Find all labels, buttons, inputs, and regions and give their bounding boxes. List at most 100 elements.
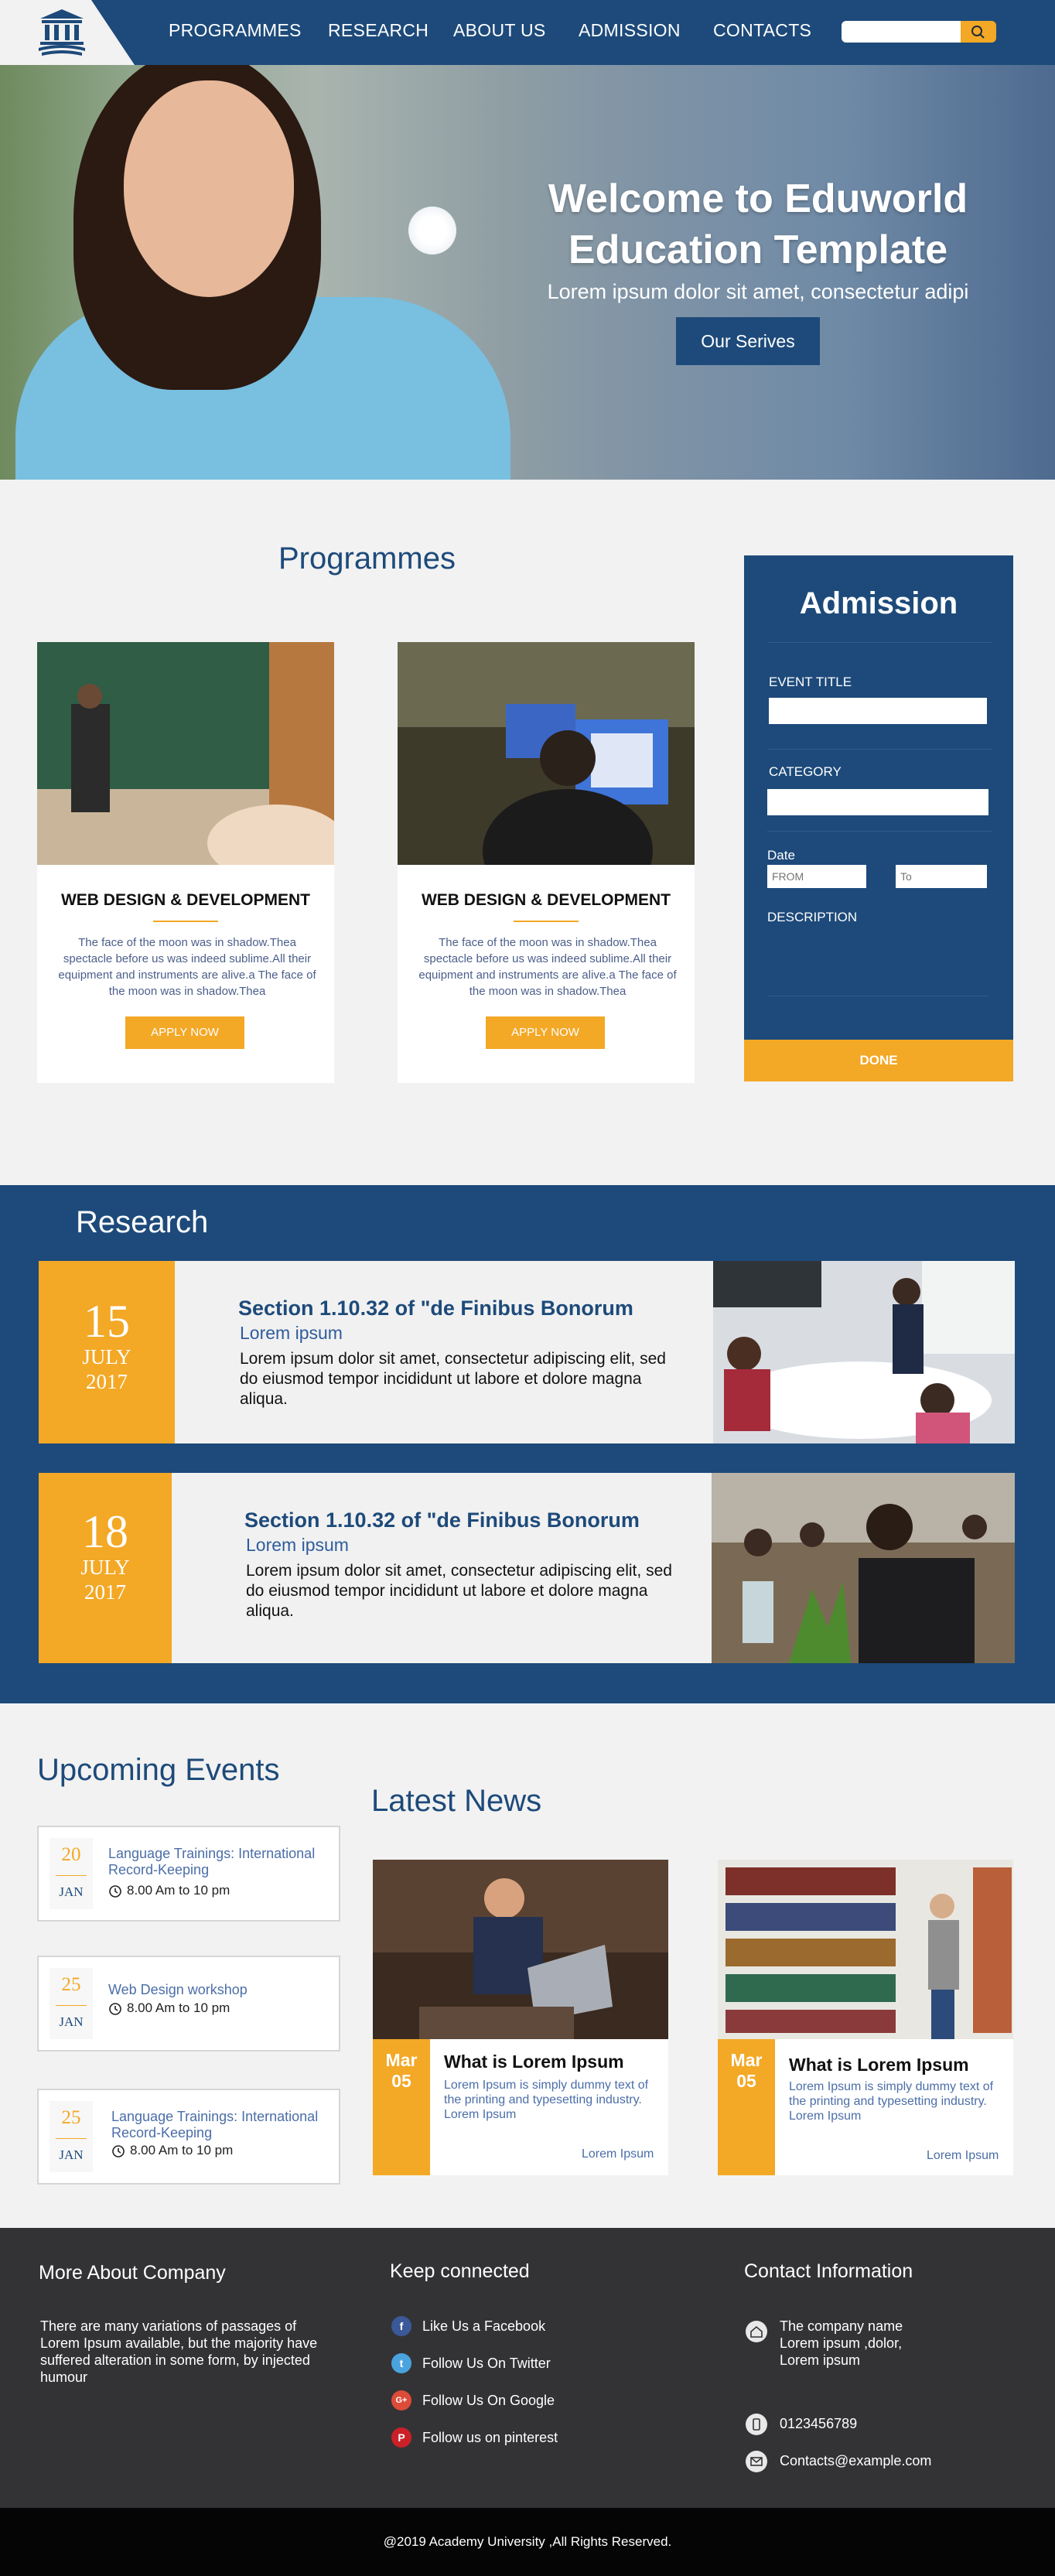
research-day: 15 — [84, 1296, 130, 1347]
event-item[interactable]: 25 JAN Web Design workshop 8.00 Am to 10… — [37, 1956, 340, 2052]
twitter-link[interactable]: Follow Us On Twitter — [422, 2355, 551, 2372]
programme-description: The face of the moon was in shadow.Thea … — [418, 936, 677, 998]
research-month: JULY — [82, 1345, 131, 1368]
research-day: 18 — [82, 1506, 128, 1557]
facebook-icon[interactable]: f — [391, 2316, 411, 2336]
event-month: JAN — [59, 1884, 84, 1899]
nav-research[interactable]: RESEARCH — [328, 20, 428, 41]
news-card[interactable]: Mar 05 What is Lorem Ipsum Lorem Ipsum i… — [373, 1860, 668, 2175]
nav-programmes[interactable]: PROGRAMMES — [169, 20, 302, 41]
home-icon — [746, 2321, 767, 2342]
event-title[interactable]: Web Design workshop — [108, 1982, 333, 1998]
hero-title: Welcome to Eduworld Education Template — [548, 176, 968, 272]
our-services-button[interactable]: Our Serives — [676, 317, 820, 365]
date-from-field[interactable] — [767, 865, 866, 888]
site-header: PROGRAMMES RESEARCH ABOUT US ADMISSION C… — [0, 0, 1055, 65]
news-card[interactable]: Mar 05 What is Lorem Ipsum Lorem Ipsum i… — [718, 1860, 1013, 2175]
divider — [767, 642, 992, 643]
programme-card: WEB DESIGN & DEVELOPMENT The face of the… — [398, 642, 695, 1083]
news-image-laptop-student — [373, 1860, 668, 2039]
event-item[interactable]: 20 JAN Language Trainings: International… — [37, 1826, 340, 1922]
apply-now-button[interactable]: APPLY NOW — [125, 1016, 244, 1049]
date-to-field[interactable] — [896, 865, 987, 888]
date-label: Date — [767, 848, 795, 863]
nav-admission[interactable]: ADMISSION — [579, 20, 681, 41]
nav-about-us[interactable]: ABOUT US — [453, 20, 546, 41]
news-month: Mar — [385, 2050, 418, 2070]
news-title[interactable]: What is Lorem Ipsum — [789, 2055, 969, 2075]
hero-banner: Welcome to Eduworld Education Template L… — [0, 65, 1055, 480]
programme-card: WEB DESIGN & DEVELOPMENT The face of the… — [37, 642, 334, 1083]
event-title[interactable]: Language Trainings: International Record… — [111, 2109, 336, 2141]
facebook-link[interactable]: Like Us a Facebook — [422, 2318, 545, 2335]
research-item-title[interactable]: Section 1.10.32 of "de Finibus Bonorum — [244, 1508, 640, 1532]
done-button[interactable]: DONE — [744, 1040, 1013, 1081]
hero-image-face — [124, 80, 294, 297]
news-day: 05 — [391, 2071, 411, 2091]
read-more-link[interactable]: Lorem Ipsum — [582, 2147, 654, 2161]
research-item-title[interactable]: Section 1.10.32 of "de Finibus Bonorum — [238, 1297, 633, 1320]
divider — [56, 2005, 87, 2006]
search-button[interactable] — [961, 21, 996, 43]
university-logo-icon[interactable] — [34, 8, 90, 59]
event-day: 20 — [61, 1844, 81, 1865]
twitter-icon[interactable]: t — [391, 2353, 411, 2373]
research-item[interactable]: 15 JULY 2017 Section 1.10.32 of "de Fini… — [39, 1261, 1015, 1443]
research-date: 18 JULY 2017 — [39, 1473, 172, 1663]
news-title[interactable]: What is Lorem Ipsum — [444, 2052, 624, 2072]
description-field[interactable] — [767, 930, 988, 996]
category-label: CATEGORY — [769, 764, 842, 779]
search-input[interactable] — [842, 21, 965, 43]
search-icon — [971, 26, 985, 39]
event-item[interactable]: 25 JAN Language Trainings: International… — [37, 2089, 340, 2185]
event-day: 25 — [61, 2107, 81, 2128]
event-month: JAN — [59, 2014, 84, 2029]
programme-description: The face of the moon was in shadow.Thea … — [58, 936, 316, 998]
research-item-text: Lorem ipsum dolor sit amet, consectetur … — [240, 1350, 666, 1408]
research-month: JULY — [80, 1556, 130, 1579]
divider — [56, 1875, 87, 1876]
footer-about-title: More About Company — [39, 2262, 226, 2284]
research-item-text: Lorem ipsum dolor sit amet, consectetur … — [246, 1562, 672, 1620]
category-field[interactable] — [767, 789, 988, 815]
apply-now-button[interactable]: APPLY NOW — [486, 1016, 605, 1049]
research-item[interactable]: 18 JULY 2017 Section 1.10.32 of "de Fini… — [39, 1473, 1015, 1663]
latest-news-title: Latest News — [371, 1784, 542, 1818]
pinterest-link[interactable]: Follow us on pinterest — [422, 2429, 558, 2446]
footer-contact-title: Contact Information — [744, 2260, 913, 2282]
news-image-library — [718, 1860, 1013, 2039]
upcoming-events-title: Upcoming Events — [37, 1753, 280, 1787]
nav-contacts[interactable]: CONTACTS — [713, 20, 811, 41]
admission-form: Admission EVENT TITLE CATEGORY Date DESC… — [744, 555, 1013, 1081]
pinterest-icon[interactable]: P — [391, 2427, 411, 2448]
news-excerpt: Lorem Ipsum is simply dummy text of the … — [444, 2079, 649, 2121]
title-underline — [514, 921, 579, 922]
event-date: 25 JAN — [50, 1968, 93, 2039]
event-title[interactable]: Language Trainings: International Record… — [108, 1846, 333, 1878]
research-image-meeting — [713, 1261, 1015, 1443]
research-date: 15 JULY 2017 — [39, 1261, 175, 1443]
event-title-label: EVENT TITLE — [769, 675, 852, 689]
event-time: 8.00 Am to 10 pm — [130, 2143, 234, 2157]
google-link[interactable]: Follow Us On Google — [422, 2392, 555, 2409]
read-more-link[interactable]: Lorem Ipsum — [927, 2149, 999, 2163]
google-plus-icon[interactable]: G+ — [391, 2390, 411, 2410]
copyright-bar: @2019 Academy University ,All Rights Res… — [0, 2508, 1055, 2576]
programme-image-classroom — [37, 642, 334, 865]
event-date: 25 JAN — [50, 2101, 93, 2172]
clock-icon — [112, 2145, 125, 2157]
event-time: 8.00 Am to 10 pm — [127, 2000, 230, 2015]
research-item-subtitle: Lorem ipsum — [246, 1535, 349, 1555]
event-title-field[interactable] — [769, 698, 987, 724]
divider — [767, 831, 992, 832]
programme-title: WEB DESIGN & DEVELOPMENT — [60, 891, 311, 909]
contact-email[interactable]: Contacts@example.com — [780, 2452, 931, 2469]
description-label: DESCRIPTION — [767, 910, 858, 924]
clock-icon — [109, 1885, 121, 1898]
title-underline — [153, 921, 218, 922]
event-day: 25 — [61, 1974, 81, 1995]
contact-phone[interactable]: 0123456789 — [780, 2415, 857, 2432]
phone-icon — [746, 2414, 767, 2435]
event-month: JAN — [59, 2147, 84, 2162]
divider — [56, 2138, 87, 2139]
